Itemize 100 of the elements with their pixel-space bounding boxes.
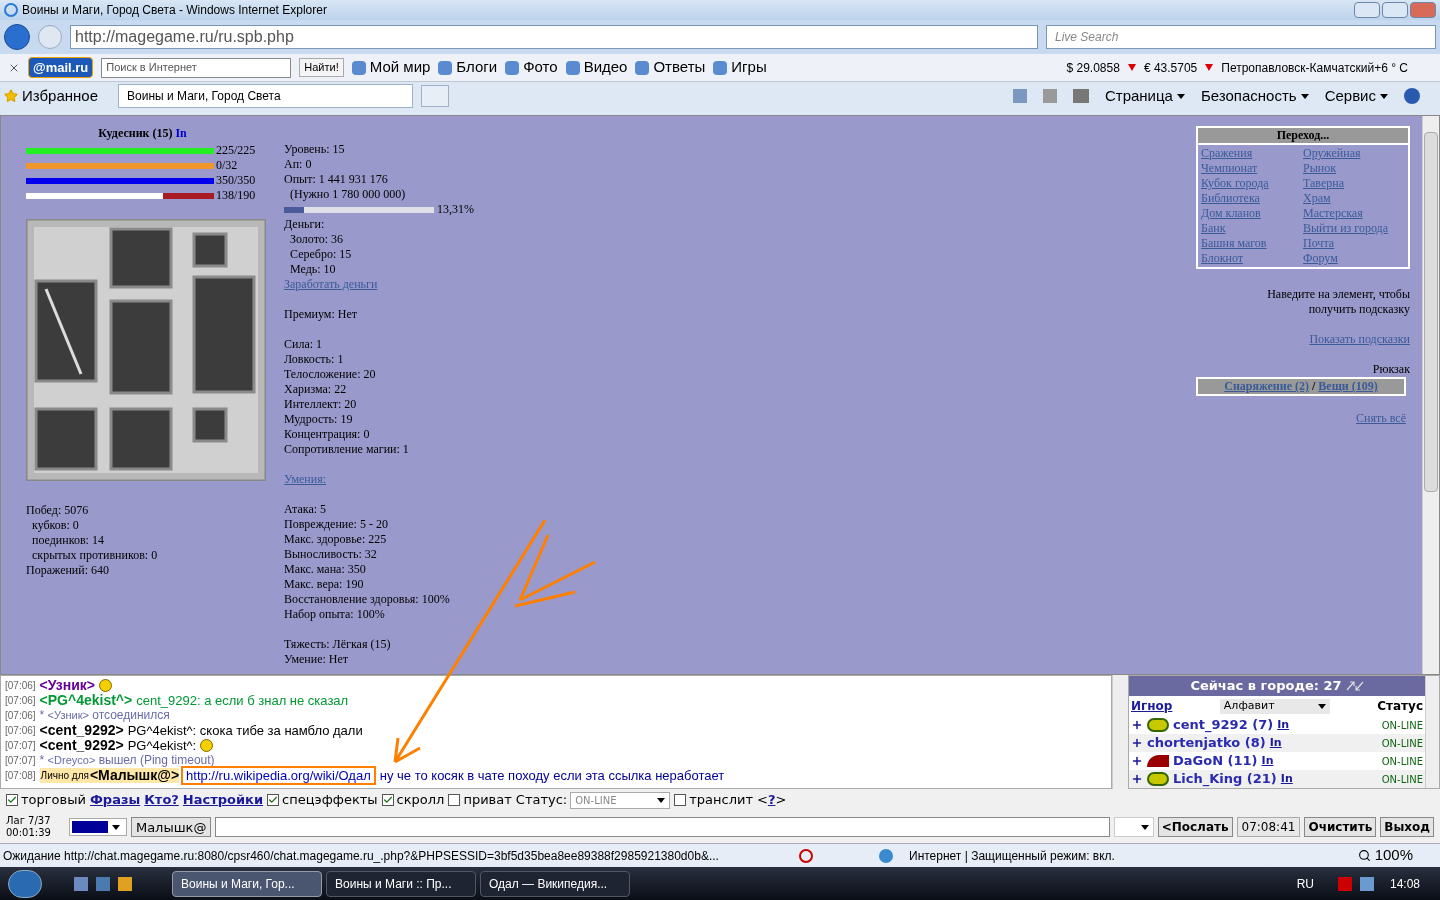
option-link[interactable]: Фразы <box>89 790 141 810</box>
scrollbar[interactable] <box>1422 116 1439 674</box>
checkbox-label: спецэффекты <box>282 791 378 810</box>
sort-select[interactable]: Алфавит <box>1219 698 1330 714</box>
taskbar-button[interactable]: Воины и Маги, Гор... <box>172 870 322 897</box>
nick-button[interactable]: Малышк@ <box>130 817 212 837</box>
checkbox[interactable] <box>267 794 280 806</box>
record-text: кубков: 0 <box>31 518 80 533</box>
zoom-control[interactable]: 100% <box>1357 844 1413 867</box>
message-input[interactable] <box>215 817 1110 837</box>
chat-nick[interactable]: <Узник> <box>39 678 95 693</box>
stat-text: Интеллект: 20 <box>284 397 358 412</box>
minimize-button[interactable] <box>1354 2 1380 18</box>
ignore-link[interactable]: Игнор <box>1131 697 1173 715</box>
search-field[interactable]: Live Search <box>1046 25 1436 49</box>
mail-logo[interactable]: @mail.ru <box>28 56 94 79</box>
start-button[interactable] <box>8 869 42 898</box>
lag-text: Лаг 7/37 <box>6 815 51 827</box>
in-link[interactable]: In <box>175 126 187 140</box>
message-time: [07:08] <box>5 769 36 783</box>
timer-text: 00:01:39 <box>6 827 51 839</box>
maximize-button[interactable] <box>1382 2 1408 18</box>
caret-icon <box>657 797 666 803</box>
stat-text: Ловкость: 1 <box>284 352 345 367</box>
caret-icon <box>111 824 120 830</box>
color-select[interactable] <box>68 818 127 836</box>
message-text: cent_9292: а если б знал не сказал <box>136 693 349 708</box>
browser-tab[interactable]: Воины и Маги, Город Света <box>118 84 414 108</box>
in-link[interactable]: In <box>1261 752 1274 770</box>
toolbar-link[interactable]: Игры <box>713 56 767 79</box>
send-button[interactable]: <Послать <box>1157 817 1233 837</box>
user-name[interactable]: chortenjatko (8) <box>1147 733 1266 753</box>
star-icon <box>4 89 18 103</box>
hint-text: Наведите на элемент, чтобы получить подсказку <box>1266 287 1410 317</box>
help-link[interactable]: ? <box>767 792 776 808</box>
checkbox[interactable] <box>6 794 18 806</box>
user-status: ON-LINE <box>1381 736 1423 751</box>
favorites-button[interactable]: Избранное <box>4 84 99 108</box>
system-message: * <Dreyco> вышел (Ping timeout) <box>39 753 215 768</box>
search-field[interactable]: Поиск в Интернет <box>101 57 292 78</box>
caret-icon <box>1176 93 1185 99</box>
search-button[interactable]: Найти! <box>299 58 344 77</box>
record-text: скрытых противников: 0 <box>31 548 159 563</box>
command-menu[interactable]: Страница <box>1104 84 1185 108</box>
user-name[interactable]: Lich_King (21) <box>1173 769 1277 789</box>
resize-arrows-icon[interactable] <box>1345 681 1364 691</box>
message-text: ну че то косяк в чате походу если эта ссылка неработает <box>379 768 725 783</box>
clear-button[interactable]: Очистить <box>1304 817 1377 837</box>
character-name: Кудесник (15) <box>98 126 173 140</box>
toolbar-link[interactable]: Видео <box>565 56 628 79</box>
taskbar-button[interactable]: Одал — Википедия... <box>480 870 630 897</box>
add-icon[interactable] <box>1131 773 1143 785</box>
back-button[interactable] <box>4 24 30 50</box>
stat-text: Сила: 1 <box>284 337 324 352</box>
message-link[interactable]: http://ru.wikipedia.org/wiki/Одал <box>186 768 371 783</box>
bar-reading: 0/32 <box>216 158 238 173</box>
address-field[interactable]: http://magegame.ru/ru.spb.php <box>70 25 1038 49</box>
toolbar-link[interactable]: Ответы <box>635 56 706 79</box>
status-select[interactable]: ON-LINE <box>570 791 671 809</box>
recipient-select[interactable] <box>1113 817 1154 837</box>
option-link[interactable]: Настройки <box>182 790 264 810</box>
chat-nick[interactable]: <Малышк@> <box>89 768 180 783</box>
add-icon[interactable] <box>1131 737 1143 749</box>
checkbox[interactable] <box>448 794 461 806</box>
message-time: [07:07] <box>5 739 36 753</box>
command-menu[interactable]: Сервис <box>1324 84 1388 108</box>
record-text: Побед: 5076 <box>26 503 90 518</box>
option-link[interactable]: Кто? <box>144 790 179 810</box>
in-link[interactable]: In <box>1280 770 1293 788</box>
chat-nick[interactable]: <cent_9292> <box>39 723 124 738</box>
toolbar-link[interactable]: Блоги <box>438 56 498 79</box>
caret-icon <box>1380 93 1388 99</box>
user-name[interactable]: DaGoN (11) <box>1173 751 1258 771</box>
weather-text: Петропавловск-Камчатский+6 ° C <box>1221 59 1409 77</box>
chat-nick[interactable]: <cent_9292> <box>39 738 124 753</box>
private-label: Лично для <box>39 768 90 783</box>
taskbar-button[interactable]: Воины и Маги :: Пр... <box>326 870 476 897</box>
user-name[interactable]: cent_9292 (7) <box>1173 715 1274 735</box>
toolbar-link[interactable]: Фото <box>505 56 558 79</box>
add-icon[interactable] <box>1131 719 1143 731</box>
in-link[interactable]: In <box>1269 734 1282 752</box>
add-icon[interactable] <box>1131 755 1143 767</box>
backpack-bar: Снаряжение (2) / Вещи (109) <box>1196 377 1406 396</box>
toolbar-link[interactable]: Мой мир <box>351 56 431 79</box>
bar-reading: 225/225 <box>216 143 256 158</box>
stat-text: Выносливость: 32 <box>284 547 378 562</box>
down-arrow-icon <box>1127 64 1136 71</box>
checkbox[interactable] <box>674 794 687 806</box>
in-link[interactable]: In <box>1277 716 1290 734</box>
language-indicator[interactable]: RU <box>1296 874 1314 893</box>
stat-text: Набор опыта: 100% <box>284 607 386 622</box>
stat-text: Макс. здоровье: 225 <box>284 532 388 547</box>
scrollbar[interactable] <box>1425 676 1439 788</box>
chat-nick[interactable]: <PG^4ekist^> <box>39 693 133 708</box>
status-label: Статус: <box>515 791 568 810</box>
checkbox[interactable] <box>381 794 394 806</box>
status-text: Ожидание http://chat.magegame.ru:8080/cpsr460/chat.magegame.ru_.php?&PHPSESSID=3bf5d35bea8ee89388f2985921380d0b&... <box>3 847 720 865</box>
caret-icon <box>1317 703 1326 709</box>
command-menu[interactable]: Безопасность <box>1200 84 1309 108</box>
exit-button[interactable]: Выход <box>1380 817 1434 837</box>
